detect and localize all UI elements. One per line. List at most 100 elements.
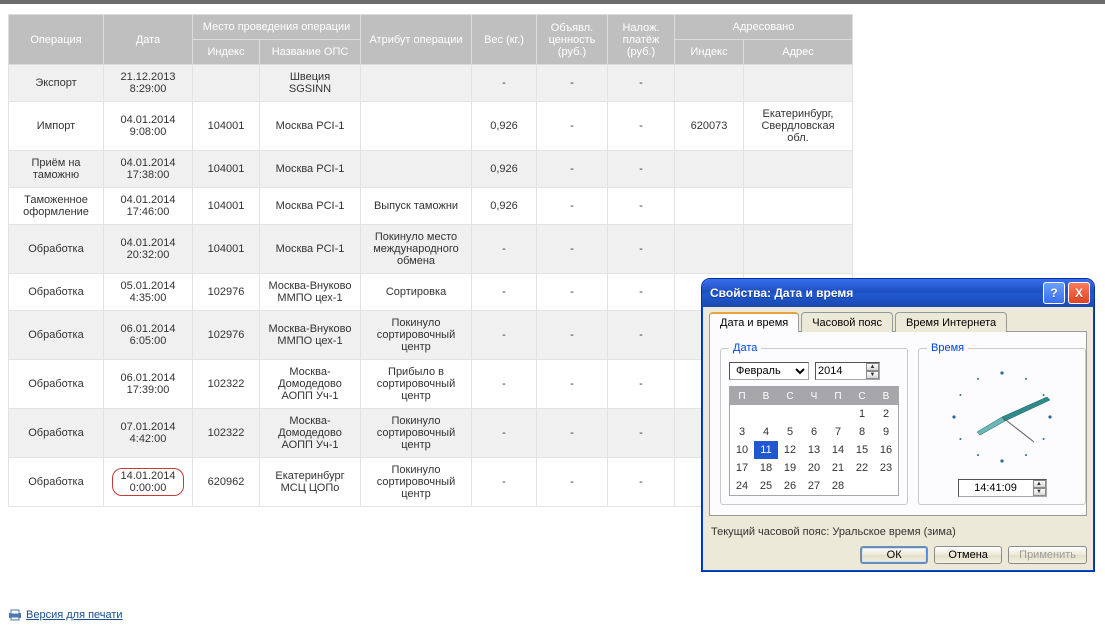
calendar-day[interactable]: 1 bbox=[850, 405, 874, 423]
spin-up-icon[interactable]: ▲ bbox=[1033, 480, 1046, 488]
calendar-day[interactable]: 22 bbox=[850, 459, 874, 477]
table-cell: - bbox=[537, 102, 608, 151]
month-select[interactable]: Февраль bbox=[729, 362, 809, 380]
calendar-day[interactable]: 2 bbox=[874, 405, 899, 423]
table-cell: Сортировка bbox=[361, 274, 472, 311]
calendar-day[interactable]: 27 bbox=[802, 477, 826, 496]
calendar-day[interactable]: 11 bbox=[754, 441, 778, 459]
table-cell: Екатеринбург, Свердловская обл. bbox=[744, 102, 853, 151]
tab-internet-time[interactable]: Время Интернета bbox=[895, 312, 1007, 332]
calendar-day[interactable]: 3 bbox=[730, 423, 755, 441]
th-cod: Налож. платёж (руб.) bbox=[608, 15, 675, 65]
cancel-button[interactable]: Отмена bbox=[934, 546, 1002, 564]
table-cell: 04.01.2014 17:38:00 bbox=[104, 151, 193, 188]
table-cell: Швеция SGSINN bbox=[260, 65, 361, 102]
year-input[interactable] bbox=[816, 364, 866, 378]
th-attribute: Атрибут операции bbox=[361, 15, 472, 65]
table-cell bbox=[744, 65, 853, 102]
calendar-day[interactable]: 4 bbox=[754, 423, 778, 441]
dialog-title: Свойства: Дата и время bbox=[710, 286, 1040, 300]
calendar-day[interactable]: 6 bbox=[802, 423, 826, 441]
table-cell: Обработка bbox=[9, 458, 104, 507]
calendar-day[interactable]: 20 bbox=[802, 459, 826, 477]
table-cell: - bbox=[537, 151, 608, 188]
th-a-index: Индекс bbox=[675, 40, 744, 65]
calendar-day[interactable]: 25 bbox=[754, 477, 778, 496]
th-a-addr: Адрес bbox=[744, 40, 853, 65]
th-addressee-group: Адресовано bbox=[675, 15, 853, 40]
table-row: Обработка04.01.2014 20:32:00104001Москва… bbox=[9, 225, 853, 274]
tab-datetime[interactable]: Дата и время bbox=[709, 312, 799, 332]
calendar-day[interactable]: 24 bbox=[730, 477, 755, 496]
table-cell: 0,926 bbox=[472, 102, 537, 151]
time-legend: Время bbox=[927, 342, 968, 354]
year-spinner[interactable]: ▲▼ bbox=[815, 362, 880, 380]
date-fieldset: Дата Февраль ▲▼ ПВСЧПСВ 1234567891011121… bbox=[720, 342, 908, 505]
printer-icon bbox=[8, 609, 22, 621]
table-cell: 102322 bbox=[193, 409, 260, 458]
table-cell: 620962 bbox=[193, 458, 260, 507]
calendar-day[interactable]: 16 bbox=[874, 441, 899, 459]
datetime-properties-dialog: Свойства: Дата и время ? X Дата и время … bbox=[702, 279, 1094, 571]
analog-clock bbox=[927, 362, 1077, 472]
table-cell: - bbox=[537, 65, 608, 102]
time-input[interactable] bbox=[959, 481, 1033, 495]
calendar-day bbox=[754, 405, 778, 423]
apply-button[interactable]: Применить bbox=[1008, 546, 1087, 564]
table-cell: Таможенное оформление bbox=[9, 188, 104, 225]
table-cell bbox=[361, 102, 472, 151]
dialog-titlebar[interactable]: Свойства: Дата и время ? X bbox=[702, 279, 1094, 307]
table-cell: 104001 bbox=[193, 225, 260, 274]
spin-down-icon[interactable]: ▼ bbox=[1033, 488, 1046, 496]
table-cell: Обработка bbox=[9, 409, 104, 458]
th-place-group: Место проведения операции bbox=[193, 15, 361, 40]
table-cell: 06.01.2014 17:39:00 bbox=[104, 360, 193, 409]
calendar-day[interactable]: 9 bbox=[874, 423, 899, 441]
calendar-day[interactable]: 15 bbox=[850, 441, 874, 459]
spin-down-icon[interactable]: ▼ bbox=[866, 371, 879, 379]
calendar-day bbox=[730, 405, 755, 423]
table-cell: - bbox=[608, 151, 675, 188]
calendar-day[interactable]: 7 bbox=[826, 423, 850, 441]
spin-up-icon[interactable]: ▲ bbox=[866, 363, 879, 371]
help-button[interactable]: ? bbox=[1043, 282, 1065, 304]
calendar-day[interactable]: 10 bbox=[730, 441, 755, 459]
calendar-day[interactable]: 13 bbox=[802, 441, 826, 459]
calendar-day[interactable]: 28 bbox=[826, 477, 850, 496]
table-cell bbox=[744, 151, 853, 188]
calendar-day[interactable]: 14 bbox=[826, 441, 850, 459]
close-button[interactable]: X bbox=[1068, 282, 1090, 304]
calendar-day[interactable]: 8 bbox=[850, 423, 874, 441]
calendar-day[interactable]: 17 bbox=[730, 459, 755, 477]
calendar-day[interactable]: 21 bbox=[826, 459, 850, 477]
table-cell: 04.01.2014 20:32:00 bbox=[104, 225, 193, 274]
table-cell: 104001 bbox=[193, 188, 260, 225]
tab-timezone[interactable]: Часовой пояс bbox=[801, 312, 893, 332]
calendar-day[interactable]: 5 bbox=[778, 423, 802, 441]
calendar-day[interactable]: 18 bbox=[754, 459, 778, 477]
calendar-day[interactable]: 26 bbox=[778, 477, 802, 496]
date-legend: Дата bbox=[729, 342, 761, 354]
calendar-day[interactable]: 23 bbox=[874, 459, 899, 477]
table-cell: Москва-Домодедово АОПП Уч-1 bbox=[260, 409, 361, 458]
calendar-grid[interactable]: ПВСЧПСВ 12345678910111213141516171819202… bbox=[729, 386, 899, 496]
table-cell: - bbox=[472, 65, 537, 102]
table-cell: - bbox=[608, 65, 675, 102]
time-spinner[interactable]: ▲▼ bbox=[958, 479, 1047, 497]
calendar-day bbox=[850, 477, 874, 496]
table-cell: Москва-Домодедово АОПП Уч-1 bbox=[260, 360, 361, 409]
table-cell: Москва PCI-1 bbox=[260, 151, 361, 188]
table-cell: Покинуло сортировочный центр bbox=[361, 458, 472, 507]
table-cell: Прибыло в сортировочный центр bbox=[361, 360, 472, 409]
ok-button[interactable]: ОК bbox=[860, 546, 928, 564]
th-date: Дата bbox=[104, 15, 193, 65]
calendar-day[interactable]: 19 bbox=[778, 459, 802, 477]
table-cell: - bbox=[537, 458, 608, 507]
table-cell bbox=[675, 188, 744, 225]
table-cell bbox=[744, 188, 853, 225]
table-cell: - bbox=[537, 360, 608, 409]
calendar-day[interactable]: 12 bbox=[778, 441, 802, 459]
table-cell: - bbox=[608, 409, 675, 458]
calendar-dow: П bbox=[730, 387, 755, 406]
print-version-link[interactable]: Версия для печати bbox=[8, 609, 123, 621]
